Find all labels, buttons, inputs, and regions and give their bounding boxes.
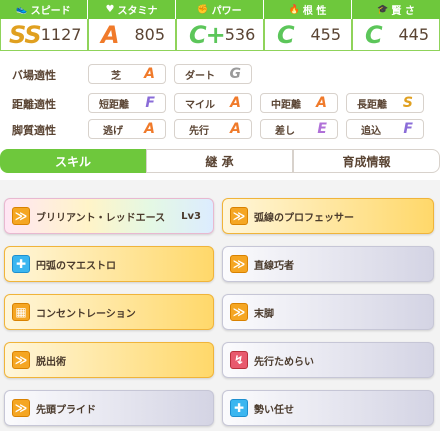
tab-training-info[interactable]: 育成情報: [293, 149, 440, 173]
aptitude-grade: A: [230, 121, 241, 137]
heart-icon: ♥: [105, 4, 115, 15]
tab-skills[interactable]: スキル: [0, 149, 146, 173]
muscle-icon: ✊: [197, 4, 209, 15]
stat-grade: A: [101, 20, 120, 49]
skill-name: コンセントレーション: [36, 308, 136, 320]
stat-value: 445: [398, 25, 429, 44]
aptitude-name: 中距離: [271, 99, 301, 111]
skill-item[interactable]: ▦ コンセントレーション: [4, 294, 214, 330]
stat-guts: C 455: [264, 19, 352, 51]
tab-inheritance[interactable]: 継 承: [146, 149, 293, 173]
aptitude-runner: 逃げ A: [88, 119, 166, 139]
shoe-icon: 👟: [16, 4, 28, 15]
skill-name: 末脚: [254, 308, 274, 320]
skill-item[interactable]: ≫ 末脚: [222, 294, 434, 330]
aptitude-chaser: 追込 F: [346, 119, 424, 139]
skill-name: 先行ためらい: [254, 356, 314, 368]
skill-item[interactable]: ≫ 弧線のプロフェッサー: [222, 198, 434, 234]
speed-up-icon: ≫: [230, 303, 248, 321]
stat-label: パワー: [211, 6, 242, 17]
aptitude-name: 長距離: [357, 99, 387, 111]
aptitude-grade: A: [230, 95, 241, 111]
skill-level: Lv3: [181, 210, 201, 222]
stat-label: 賢 さ: [391, 6, 415, 17]
aptitude-grade: A: [316, 95, 327, 111]
aptitude-dirt: ダート G: [174, 64, 252, 84]
aptitude-grade: A: [144, 121, 155, 137]
tab-bar: スキル 継 承 育成情報: [0, 149, 440, 173]
skill-item[interactable]: ≫ 脱出術: [4, 342, 214, 378]
aptitude-name: 追込: [361, 125, 381, 137]
aptitude-name: 短距離: [99, 99, 129, 111]
aptitude-grade: S: [402, 95, 413, 111]
style-aptitude-label: 脚質適性: [12, 124, 56, 137]
stat-power: C+ 536: [176, 19, 264, 51]
debuff-icon: ↯: [230, 351, 248, 369]
stat-grade: C: [277, 20, 295, 49]
aptitude-medium: 中距離 A: [260, 93, 338, 113]
aptitude-name: マイル: [185, 99, 215, 111]
aptitude-turf: 芝 A: [88, 64, 166, 84]
skill-item[interactable]: ✚ 円弧のマエストロ: [4, 246, 214, 282]
stat-label: 根 性: [302, 6, 327, 17]
stat-value: 805: [134, 25, 165, 44]
aptitude-name: 芝: [111, 70, 121, 82]
stat-speed: SS 1127: [0, 19, 88, 51]
stat-grade: C+: [189, 20, 226, 49]
skill-list-panel: ≫ ブリリアント・レッドエース Lv3 ≫ 弧線のプロフェッサー ✚ 円弧のマエ…: [0, 180, 440, 431]
aptitude-grade: F: [145, 95, 155, 111]
speed-up-icon: ≫: [230, 255, 248, 273]
skill-name: 勢い任せ: [254, 404, 294, 416]
stat-label: スタミナ: [117, 6, 158, 17]
aptitude-grade: A: [144, 66, 155, 82]
aptitude-mile: マイル A: [174, 93, 252, 113]
gate-icon: ▦: [12, 303, 30, 321]
stamina-recovery-icon: ✚: [230, 399, 248, 417]
skill-name: 弧線のプロフェッサー: [254, 212, 354, 224]
skill-name: 円弧のマエストロ: [36, 260, 116, 272]
skill-item[interactable]: ↯ 先行ためらい: [222, 342, 434, 378]
stat-value: 536: [224, 25, 256, 44]
skill-name: 直線巧者: [254, 260, 294, 272]
graduation-cap-icon: 🎓: [377, 4, 389, 15]
skill-item[interactable]: ≫ ブリリアント・レッドエース Lv3: [4, 198, 214, 234]
aptitude-grade: E: [317, 121, 327, 137]
skill-name: 先頭プライド: [36, 404, 96, 416]
stat-header-speed: 👟 スピード: [0, 0, 88, 19]
stat-value: 455: [310, 25, 341, 44]
stat-grade: SS: [9, 20, 42, 49]
track-aptitude-label: バ場適性: [12, 69, 56, 82]
stat-header-wisdom: 🎓 賢 さ: [352, 0, 440, 19]
skill-item[interactable]: ✚ 勢い任せ: [222, 390, 434, 426]
stat-header-power: ✊ パワー: [176, 0, 264, 19]
aptitude-name: 差し: [275, 125, 295, 137]
skill-item[interactable]: ≫ 直線巧者: [222, 246, 434, 282]
stat-header-stamina: ♥ スタミナ: [88, 0, 176, 19]
stamina-recovery-icon: ✚: [12, 255, 30, 273]
flame-icon: 🔥: [288, 4, 300, 15]
speed-up-icon: ≫: [12, 207, 30, 225]
aptitude-leader: 先行 A: [174, 119, 252, 139]
stat-header-guts: 🔥 根 性: [264, 0, 352, 19]
aptitude-long: 長距離 S: [346, 93, 424, 113]
aptitude-grade: F: [403, 121, 413, 137]
skill-name: 脱出術: [36, 356, 66, 368]
stat-value: 1127: [40, 25, 82, 44]
aptitude-name: ダート: [185, 70, 215, 82]
stat-stamina: A 805: [88, 19, 176, 51]
skill-name: ブリリアント・レッドエース: [36, 212, 166, 224]
speed-up-icon: ≫: [230, 207, 248, 225]
speed-up-icon: ≫: [12, 399, 30, 417]
aptitude-betweener: 差し E: [260, 119, 338, 139]
stat-label: スピード: [30, 6, 71, 17]
aptitude-short: 短距離 F: [88, 93, 166, 113]
stat-grade: C: [365, 20, 383, 49]
aptitude-grade: G: [229, 66, 242, 82]
distance-aptitude-label: 距離適性: [12, 98, 56, 111]
aptitude-name: 逃げ: [103, 125, 123, 137]
aptitude-name: 先行: [189, 125, 209, 137]
speed-up-icon: ≫: [12, 351, 30, 369]
stat-wisdom: C 445: [352, 19, 440, 51]
skill-item[interactable]: ≫ 先頭プライド: [4, 390, 214, 426]
